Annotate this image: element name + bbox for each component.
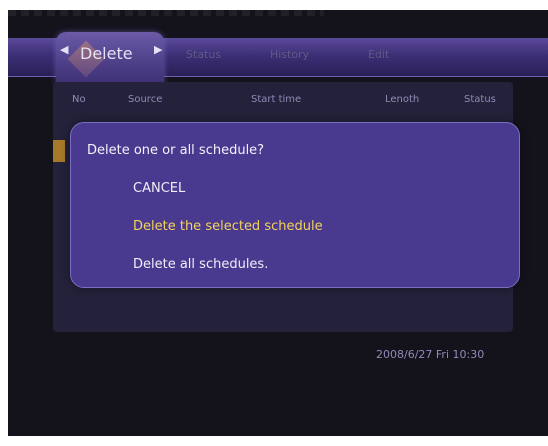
col-header-no: No [72,94,86,105]
col-header-start-time: Start time [251,94,302,105]
col-header-status: Status [464,94,496,105]
col-header-source: Source [128,94,163,105]
cancel-option[interactable]: CANCEL [133,181,185,196]
right-arrow-icon[interactable]: ▶ [154,43,162,56]
tab-edit[interactable]: Edit [368,48,389,61]
col-header-length: Lenoth [385,94,420,105]
tab-history[interactable]: History [270,48,309,61]
delete-selected-option[interactable]: Delete the selected schedule [133,219,323,234]
left-arrow-icon[interactable]: ◀ [60,43,68,56]
date-time-display: 2008/6/27 Fri 10:30 [376,348,485,361]
delete-all-option[interactable]: Delete all schedules. [133,257,268,272]
selected-row-marker [53,140,65,162]
tab-delete-label: Delete [80,44,133,63]
dialog-prompt: Delete one or all schedule? [87,143,265,158]
delete-dialog: Delete one or all schedule? CANCEL Delet… [70,122,520,288]
tab-status[interactable]: Status [186,48,221,61]
title-strip [8,10,324,16]
tv-screen: ◀ ▶ Delete Status History Edit No Source… [8,10,548,436]
